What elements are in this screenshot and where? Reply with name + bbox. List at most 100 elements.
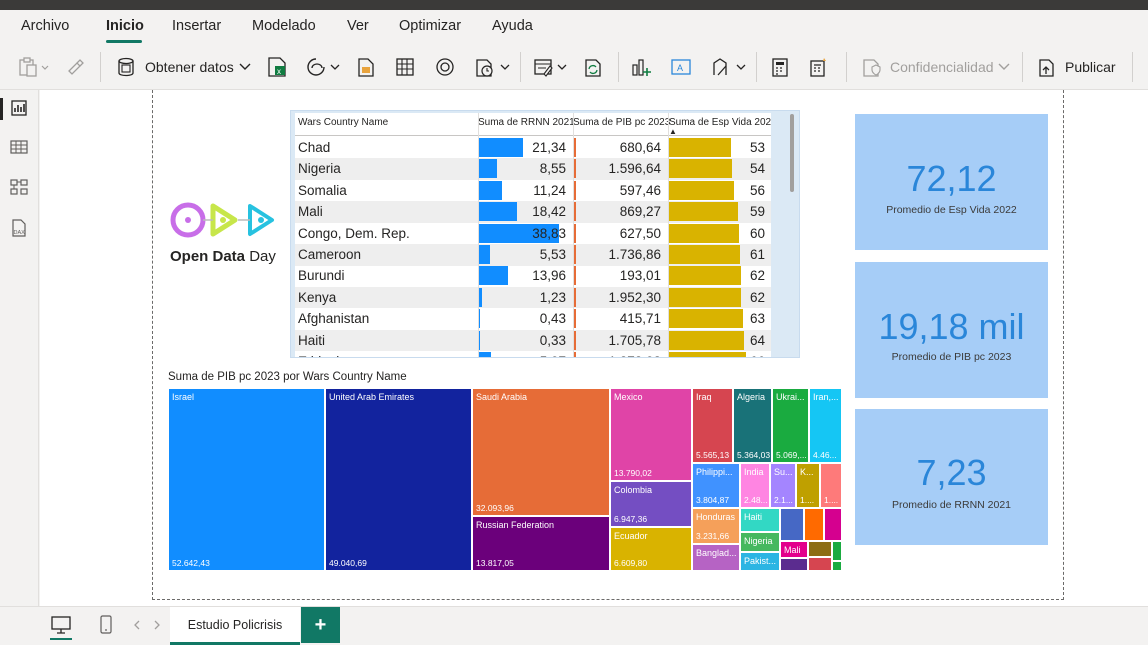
treemap-tile[interactable]: Honduras 3.231,66 xyxy=(692,508,740,544)
table-view-icon[interactable] xyxy=(9,137,29,157)
column-header-life-expectancy[interactable]: Suma de Esp Vida 2022 xyxy=(669,117,771,128)
dax-query-view-icon[interactable]: DAX xyxy=(9,218,29,238)
treemap-tile[interactable] xyxy=(780,508,804,541)
scroll-thumb[interactable] xyxy=(790,114,794,192)
treemap-tile[interactable]: Su... 2.1... xyxy=(770,463,796,508)
paste-button[interactable] xyxy=(18,55,52,79)
treemap-tile[interactable]: 1.... xyxy=(820,463,842,508)
table-row[interactable]: Somalia 11,24 597,46 56 xyxy=(295,180,771,202)
card-natural-resources[interactable]: 7,23 Promedio de RRNN 2021 xyxy=(855,409,1048,545)
table-row[interactable]: Chad 21,34 680,64 53 xyxy=(295,137,771,159)
treemap-tile[interactable]: United Arab Emirates 49.040,69 xyxy=(325,388,472,571)
menu-inicio[interactable]: Inicio xyxy=(106,18,144,34)
card-life-expectancy[interactable]: 72,12 Promedio de Esp Vida 2022 xyxy=(855,114,1048,250)
refresh-button[interactable] xyxy=(582,55,604,79)
menu-insertar[interactable]: Insertar xyxy=(172,18,221,34)
treemap-tile-label: Israel xyxy=(172,392,195,402)
get-data-button[interactable]: Obtener datos xyxy=(116,55,252,79)
treemap-tile[interactable]: Colombia 6.947,36 xyxy=(610,481,692,527)
chevron-right-icon[interactable] xyxy=(152,619,162,631)
column-header-rrnn[interactable]: Suma de RRNN 2021 xyxy=(478,117,575,128)
mobile-layout-icon[interactable] xyxy=(98,615,114,635)
text-box-button[interactable]: A xyxy=(670,55,692,79)
treemap-tile[interactable]: Philippi... 3.804,87 xyxy=(692,463,740,508)
treemap-tile[interactable] xyxy=(832,561,842,571)
treemap-tile[interactable]: Israel 52.642,43 xyxy=(168,388,325,571)
menu-ver[interactable]: Ver xyxy=(347,18,369,34)
sensitivity-button[interactable]: Confidencialidad xyxy=(860,55,1011,79)
onelake-button[interactable] xyxy=(306,55,344,79)
menu-modelado[interactable]: Modelado xyxy=(252,18,316,34)
new-measure-button[interactable] xyxy=(770,55,790,79)
country-cell: Chad xyxy=(298,140,331,155)
more-visuals-button[interactable] xyxy=(710,55,750,79)
format-painter-button[interactable] xyxy=(66,55,86,79)
table-row[interactable]: Afghanistan 0,43 415,71 63 xyxy=(295,308,771,330)
treemap-tile[interactable]: Pakist... xyxy=(740,552,780,571)
life-expectancy-cell: 54 xyxy=(749,161,765,177)
country-cell: Mali xyxy=(298,204,323,220)
treemap-tile[interactable]: Saudi Arabia 32.093,96 xyxy=(472,388,610,516)
table-row[interactable]: Ethiopia 5,97 1.272,93 66 xyxy=(295,351,771,357)
treemap-tile[interactable]: India 2.48... xyxy=(740,463,770,508)
treemap-tile[interactable] xyxy=(832,541,842,561)
treemap-tile[interactable] xyxy=(808,557,832,571)
table-scrollbar[interactable] xyxy=(788,112,796,356)
dataverse-button[interactable] xyxy=(434,55,456,79)
chevron-left-icon[interactable] xyxy=(132,619,142,631)
model-view-icon[interactable] xyxy=(9,177,29,197)
svg-text:DAX: DAX xyxy=(14,230,26,236)
treemap-tile[interactable]: Iran,... 4.46... xyxy=(809,388,842,463)
enter-data-button[interactable] xyxy=(394,55,416,79)
add-page-button[interactable]: + xyxy=(301,607,340,643)
treemap-tile-label: Honduras xyxy=(696,512,736,522)
table-row[interactable]: Mali 18,42 869,27 59 xyxy=(295,201,771,223)
table-row[interactable]: Nigeria 8,55 1.596,64 54 xyxy=(295,158,771,180)
table-row[interactable]: Haiti 0,33 1.705,78 64 xyxy=(295,329,771,352)
treemap-tile-label: India xyxy=(744,467,764,477)
treemap-tile[interactable] xyxy=(808,541,832,557)
treemap-tile[interactable]: Russian Federation 13.817,05 xyxy=(472,516,610,571)
column-header-pib[interactable]: Suma de PIB pc 2023 xyxy=(573,117,670,128)
table-row[interactable]: Congo, Dem. Rep. 38,83 627,50 60 xyxy=(295,223,771,245)
card-value: 7,23 xyxy=(916,452,987,493)
menu-optimizar[interactable]: Optimizar xyxy=(399,18,461,34)
table-row[interactable]: Burundi 13,96 193,01 62 xyxy=(295,265,771,287)
report-view-icon[interactable] xyxy=(9,98,29,118)
treemap-tile[interactable]: Nigeria xyxy=(740,532,780,552)
card-gdp-per-capita[interactable]: 19,18 mil Promedio de PIB pc 2023 xyxy=(855,262,1048,398)
format-painter-icon xyxy=(68,59,84,75)
column-header-country[interactable]: Wars Country Name xyxy=(298,117,388,128)
treemap-tile[interactable]: Banglad... xyxy=(692,544,740,571)
table-visual[interactable]: Wars Country Name Suma de RRNN 2021 Suma… xyxy=(290,110,800,358)
pib-cell: 627,50 xyxy=(619,225,661,241)
page-tab-estudio-policrisis[interactable]: Estudio Policrisis xyxy=(170,607,300,645)
treemap-tile[interactable]: Ukrai... 5.069,... xyxy=(772,388,809,463)
recent-sources-button[interactable] xyxy=(474,55,514,79)
treemap-tile[interactable]: Algeria 5.364,03 xyxy=(733,388,772,463)
new-visual-button[interactable] xyxy=(630,55,654,79)
table-row[interactable]: Kenya 1,23 1.952,30 62 xyxy=(295,286,771,309)
treemap-tile[interactable] xyxy=(804,508,824,541)
treemap-tile[interactable] xyxy=(824,508,842,541)
menu-archivo[interactable]: Archivo xyxy=(21,18,69,34)
sql-button[interactable] xyxy=(356,55,376,79)
treemap-tile[interactable] xyxy=(780,558,808,571)
excel-button[interactable]: x xyxy=(266,55,288,79)
treemap-tile[interactable]: Ecuador 6.609,80 xyxy=(610,527,692,571)
menu-ayuda[interactable]: Ayuda xyxy=(492,18,533,34)
publish-button[interactable]: Publicar xyxy=(1036,55,1116,79)
treemap-tile[interactable]: Haiti xyxy=(740,508,780,532)
desktop-layout-icon[interactable] xyxy=(50,615,72,635)
treemap-tile[interactable]: K... 1.... xyxy=(796,463,820,508)
treemap-tile[interactable]: Mali xyxy=(780,541,808,558)
active-view-indicator xyxy=(0,98,3,120)
active-layout-indicator xyxy=(50,638,72,640)
treemap-tile[interactable]: Iraq 5.565,13 xyxy=(692,388,733,463)
view-switcher: DAX xyxy=(0,90,39,606)
card-value: 19,18 mil xyxy=(878,306,1025,347)
treemap-tile[interactable]: Mexico 13.790,02 xyxy=(610,388,692,481)
quick-measure-button[interactable] xyxy=(808,55,830,79)
table-row[interactable]: Cameroon 5,53 1.736,86 61 xyxy=(295,244,771,266)
transform-data-button[interactable] xyxy=(532,55,570,79)
